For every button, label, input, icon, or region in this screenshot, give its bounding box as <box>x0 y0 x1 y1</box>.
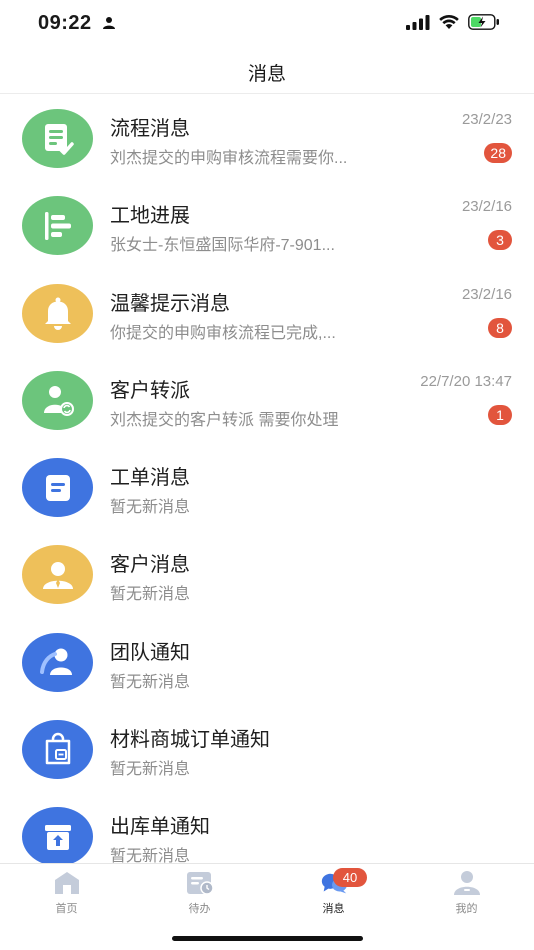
shopping-bag-icon <box>22 720 93 780</box>
message-title: 客户消息 <box>110 554 190 577</box>
team-icon <box>22 632 93 692</box>
list-item-work-order[interactable]: 工单消息 暂无新消息 <box>0 444 534 531</box>
message-preview: 暂无新消息 <box>110 673 191 691</box>
message-title: 材料商城订单通知 <box>110 729 270 752</box>
message-preview: 暂无新消息 <box>110 586 191 604</box>
list-item-process-message[interactable]: 流程消息 刘杰提交的申购审核流程需要你... 23/2/23 28 <box>0 95 534 182</box>
tab-label: 我的 <box>455 903 478 915</box>
battery-charging-icon <box>468 14 500 35</box>
list-item-customer-transfer[interactable]: 客户转派 刘杰提交的客户转派 需要你处理 22/7/20 13:47 1 <box>0 357 534 444</box>
unread-badge: 1 <box>488 404 512 425</box>
list-item-outbound-notice[interactable]: 出库单通知 暂无新消息 <box>0 793 534 863</box>
tab-messages[interactable]: 消息 40 <box>267 868 400 918</box>
status-bar: 09:22 <box>0 0 534 50</box>
home-indicator <box>172 936 363 941</box>
wifi-icon <box>438 14 460 35</box>
message-preview: 张女士-东恒盛国际华府-7-901... <box>110 237 335 255</box>
unread-badge: 8 <box>488 317 512 338</box>
message-preview: 暂无新消息 <box>110 499 191 517</box>
message-preview: 你提交的申购审核流程已完成,... <box>110 324 336 342</box>
person-icon <box>102 16 116 35</box>
list-item-site-progress[interactable]: 工地进展 张女士-东恒盛国际华府-7-901... 23/2/16 3 <box>0 182 534 269</box>
user-transfer-icon <box>22 370 93 430</box>
list-item-team-notice[interactable]: 团队通知 暂无新消息 <box>0 619 534 706</box>
list-item-customer-message[interactable]: 客户消息 暂无新消息 <box>0 531 534 618</box>
message-time: 23/2/16 <box>461 198 512 216</box>
message-time: 22/7/20 13:47 <box>420 372 512 390</box>
message-preview: 刘杰提交的客户转派 需要你处理 <box>110 411 339 429</box>
outbound-box-icon <box>22 807 93 863</box>
message-preview: 暂无新消息 <box>110 848 191 863</box>
tab-label: 消息 <box>322 903 345 915</box>
message-time: 23/2/16 <box>461 285 512 303</box>
message-title: 工地进展 <box>110 205 190 228</box>
tab-label: 首页 <box>55 903 78 915</box>
tab-label: 待办 <box>188 903 211 915</box>
messages-count-badge: 40 <box>333 868 367 887</box>
message-title: 流程消息 <box>110 118 190 140</box>
unread-badge: 3 <box>488 230 512 251</box>
message-title: 客户转派 <box>110 379 190 402</box>
bell-icon <box>22 283 93 343</box>
home-icon <box>52 870 82 896</box>
customer-icon <box>22 545 93 605</box>
list-item-reminder[interactable]: 温馨提示消息 你提交的申购审核流程已完成,... 23/2/16 8 <box>0 270 534 357</box>
message-title: 工单消息 <box>110 467 190 490</box>
message-preview: 暂无新消息 <box>110 761 191 779</box>
message-time: 23/2/23 <box>461 111 512 128</box>
page-title: 消息 <box>247 64 286 85</box>
work-order-icon <box>22 458 93 518</box>
progress-bars-icon <box>22 196 93 256</box>
status-time: 09:22 <box>38 12 92 34</box>
tab-profile[interactable]: 我的 <box>400 870 533 918</box>
message-title: 团队通知 <box>110 641 190 664</box>
profile-icon <box>452 870 482 896</box>
list-item-material-order[interactable]: 材料商城订单通知 暂无新消息 <box>0 706 534 793</box>
unread-badge: 28 <box>484 143 512 163</box>
tab-todo[interactable]: 待办 <box>133 870 266 918</box>
message-list[interactable]: 流程消息 刘杰提交的申购审核流程需要你... 23/2/23 28 工地进展 张… <box>0 95 534 863</box>
message-preview: 刘杰提交的申购审核流程需要你... <box>110 150 348 167</box>
todo-icon <box>185 870 215 896</box>
message-title: 温馨提示消息 <box>110 292 230 315</box>
tab-home[interactable]: 首页 <box>0 870 133 918</box>
cellular-signal-icon <box>406 14 430 35</box>
document-check-icon <box>22 109 93 168</box>
message-title: 出库单通知 <box>110 816 210 839</box>
navigation-bar: 消息 <box>0 50 534 94</box>
